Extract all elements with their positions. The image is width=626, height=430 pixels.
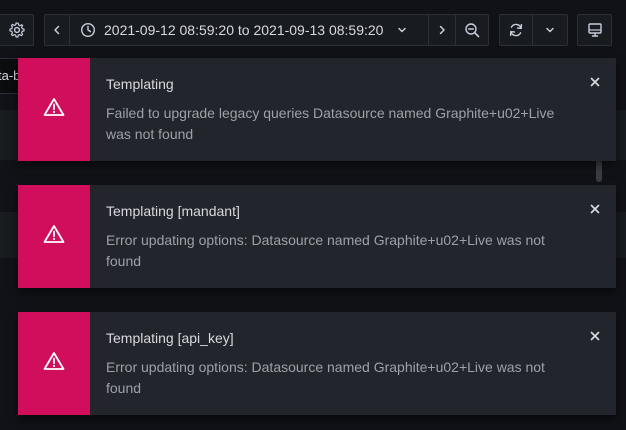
alert-message: Error updating options: Datasource named… (106, 359, 545, 396)
refresh-interval-picker[interactable] (532, 14, 568, 46)
gear-icon (8, 22, 25, 38)
alert-message: Error updating options: Datasource named… (106, 232, 545, 269)
refresh-button[interactable] (499, 14, 533, 46)
close-alert-button[interactable] (586, 74, 604, 92)
alert-message: Failed to upgrade legacy queries Datasou… (106, 105, 555, 142)
alert-title: Templating [api_key] (106, 330, 234, 346)
alert-title: Templating (106, 76, 174, 92)
chevron-down-icon (545, 25, 555, 35)
chevron-down-icon (397, 25, 407, 35)
time-range-label: 2021-09-12 08:59:20 to 2021-09-13 08:59:… (104, 22, 384, 38)
dashboard-page: ta-b 2021-09-12 08:59:20 to 2021-09-13 0… (0, 0, 626, 430)
alert-icon-area (18, 185, 90, 288)
error-alert: Templating [mandant] Error updating opti… (18, 185, 616, 288)
clock-icon (80, 22, 96, 38)
alert-icon-area (18, 312, 90, 415)
scrollbar-thumb[interactable] (596, 160, 602, 182)
exclamation-triangle-icon (43, 97, 65, 122)
exclamation-triangle-icon (43, 224, 65, 249)
zoom-out-button[interactable] (455, 14, 489, 46)
monitor-icon (587, 22, 603, 38)
zoom-out-icon (464, 22, 480, 38)
close-icon (590, 328, 600, 346)
chevron-left-icon (52, 25, 62, 35)
alert-title: Templating [mandant] (106, 203, 240, 219)
close-icon (590, 74, 600, 92)
close-icon (590, 201, 600, 219)
sync-icon (508, 22, 524, 38)
time-range-forward-button[interactable] (428, 14, 456, 46)
exclamation-triangle-icon (43, 351, 65, 376)
tv-mode-button[interactable] (577, 14, 612, 46)
close-alert-button[interactable] (586, 328, 604, 346)
error-alert: Templating Failed to upgrade legacy quer… (18, 58, 616, 161)
time-range-back-button[interactable] (44, 14, 70, 46)
time-range-picker[interactable]: 2021-09-12 08:59:20 to 2021-09-13 08:59:… (69, 14, 429, 46)
close-alert-button[interactable] (586, 201, 604, 219)
dashboard-settings-button[interactable] (0, 14, 34, 46)
alert-content: Templating Failed to upgrade legacy quer… (90, 58, 616, 161)
alert-icon-area (18, 58, 90, 161)
alert-content: Templating [api_key] Error updating opti… (90, 312, 616, 415)
error-alert: Templating [api_key] Error updating opti… (18, 312, 616, 415)
alert-content: Templating [mandant] Error updating opti… (90, 185, 616, 288)
chevron-right-icon (437, 25, 447, 35)
